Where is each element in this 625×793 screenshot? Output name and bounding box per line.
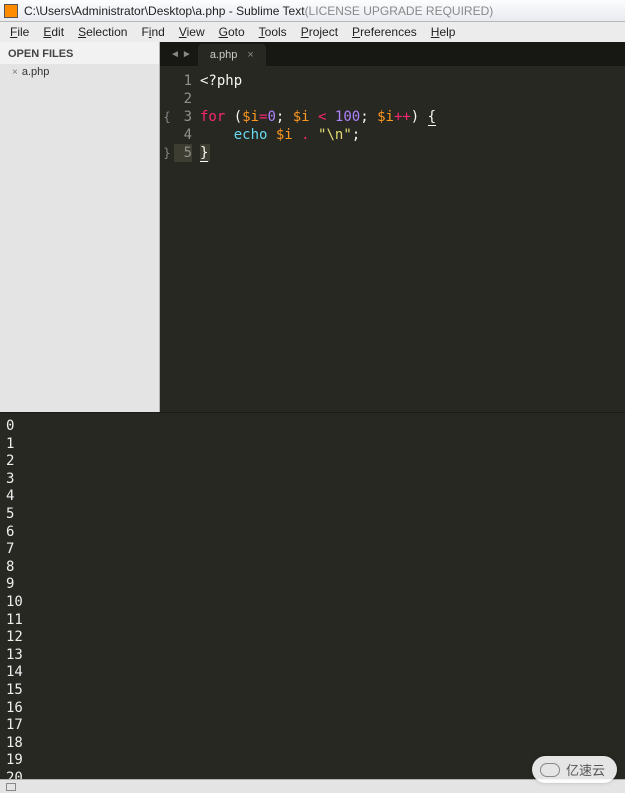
output-line: 6: [6, 523, 619, 541]
menu-preferences[interactable]: Preferences: [346, 24, 423, 40]
output-line: 4: [6, 487, 619, 505]
tab-bar: ◄ ► a.php ×: [160, 42, 625, 66]
output-line: 0: [6, 417, 619, 435]
menu-file[interactable]: File: [4, 24, 35, 40]
code-editor[interactable]: { } 1 2 3 4 5 <?php for ($i=0; $i < 100;…: [160, 66, 625, 412]
output-line: 2: [6, 452, 619, 470]
editor-area: ◄ ► a.php × { } 1 2 3 4 5: [160, 42, 625, 412]
window-title-license: (LICENSE UPGRADE REQUIRED): [305, 4, 494, 18]
sidebar-header-open-files: OPEN FILES: [0, 42, 159, 64]
open-file-item[interactable]: × a.php: [0, 64, 159, 80]
output-line: 7: [6, 540, 619, 558]
output-line: 20: [6, 769, 619, 779]
tab-nav-arrows[interactable]: ◄ ►: [164, 42, 198, 66]
watermark-text: 亿速云: [566, 760, 605, 779]
output-line: 18: [6, 734, 619, 752]
output-line: 10: [6, 593, 619, 611]
output-line: 19: [6, 751, 619, 769]
code-lines[interactable]: <?php for ($i=0; $i < 100; $i++) { echo …: [200, 72, 625, 412]
output-line: 17: [6, 716, 619, 734]
output-line: 14: [6, 663, 619, 681]
menu-find[interactable]: Find: [135, 24, 170, 40]
menubar: File Edit Selection Find View Goto Tools…: [0, 22, 625, 42]
output-line: 3: [6, 470, 619, 488]
main-area: OPEN FILES × a.php ◄ ► a.php × { }: [0, 42, 625, 412]
tab-close-icon[interactable]: ×: [247, 49, 253, 61]
output-line: 9: [6, 575, 619, 593]
output-line: 5: [6, 505, 619, 523]
output-line: 12: [6, 628, 619, 646]
open-file-name: a.php: [22, 66, 50, 78]
window-titlebar: C:\Users\Administrator\Desktop\a.php - S…: [0, 0, 625, 22]
sidebar: OPEN FILES × a.php: [0, 42, 160, 412]
build-output-panel[interactable]: 0 1 2 3 4 5 6 7 8 9 10 11 12 13 14 15 16…: [0, 412, 625, 779]
output-line: 1: [6, 435, 619, 453]
menu-goto[interactable]: Goto: [213, 24, 251, 40]
window-title-path: C:\Users\Administrator\Desktop\a.php - S…: [24, 4, 305, 18]
statusbar: [0, 779, 625, 793]
menu-selection[interactable]: Selection: [72, 24, 133, 40]
nav-prev-icon[interactable]: ◄: [170, 49, 180, 60]
close-file-icon[interactable]: ×: [12, 67, 18, 78]
cloud-icon: [540, 763, 560, 777]
output-line: 15: [6, 681, 619, 699]
line-gutter: 1 2 3 4 5: [174, 72, 200, 412]
app-icon: [4, 4, 18, 18]
output-line: 8: [6, 558, 619, 576]
fold-column: { }: [160, 72, 174, 412]
nav-next-icon[interactable]: ►: [182, 49, 192, 60]
statusbar-panel-icon[interactable]: [6, 783, 16, 791]
tab-a-php[interactable]: a.php ×: [198, 44, 266, 66]
output-line: 16: [6, 699, 619, 717]
menu-help[interactable]: Help: [425, 24, 462, 40]
menu-view[interactable]: View: [173, 24, 211, 40]
output-line: 11: [6, 611, 619, 629]
output-line: 13: [6, 646, 619, 664]
menu-tools[interactable]: Tools: [253, 24, 293, 40]
menu-project[interactable]: Project: [295, 24, 344, 40]
watermark: 亿速云: [532, 756, 617, 783]
menu-edit[interactable]: Edit: [37, 24, 70, 40]
tab-label: a.php: [210, 49, 238, 61]
